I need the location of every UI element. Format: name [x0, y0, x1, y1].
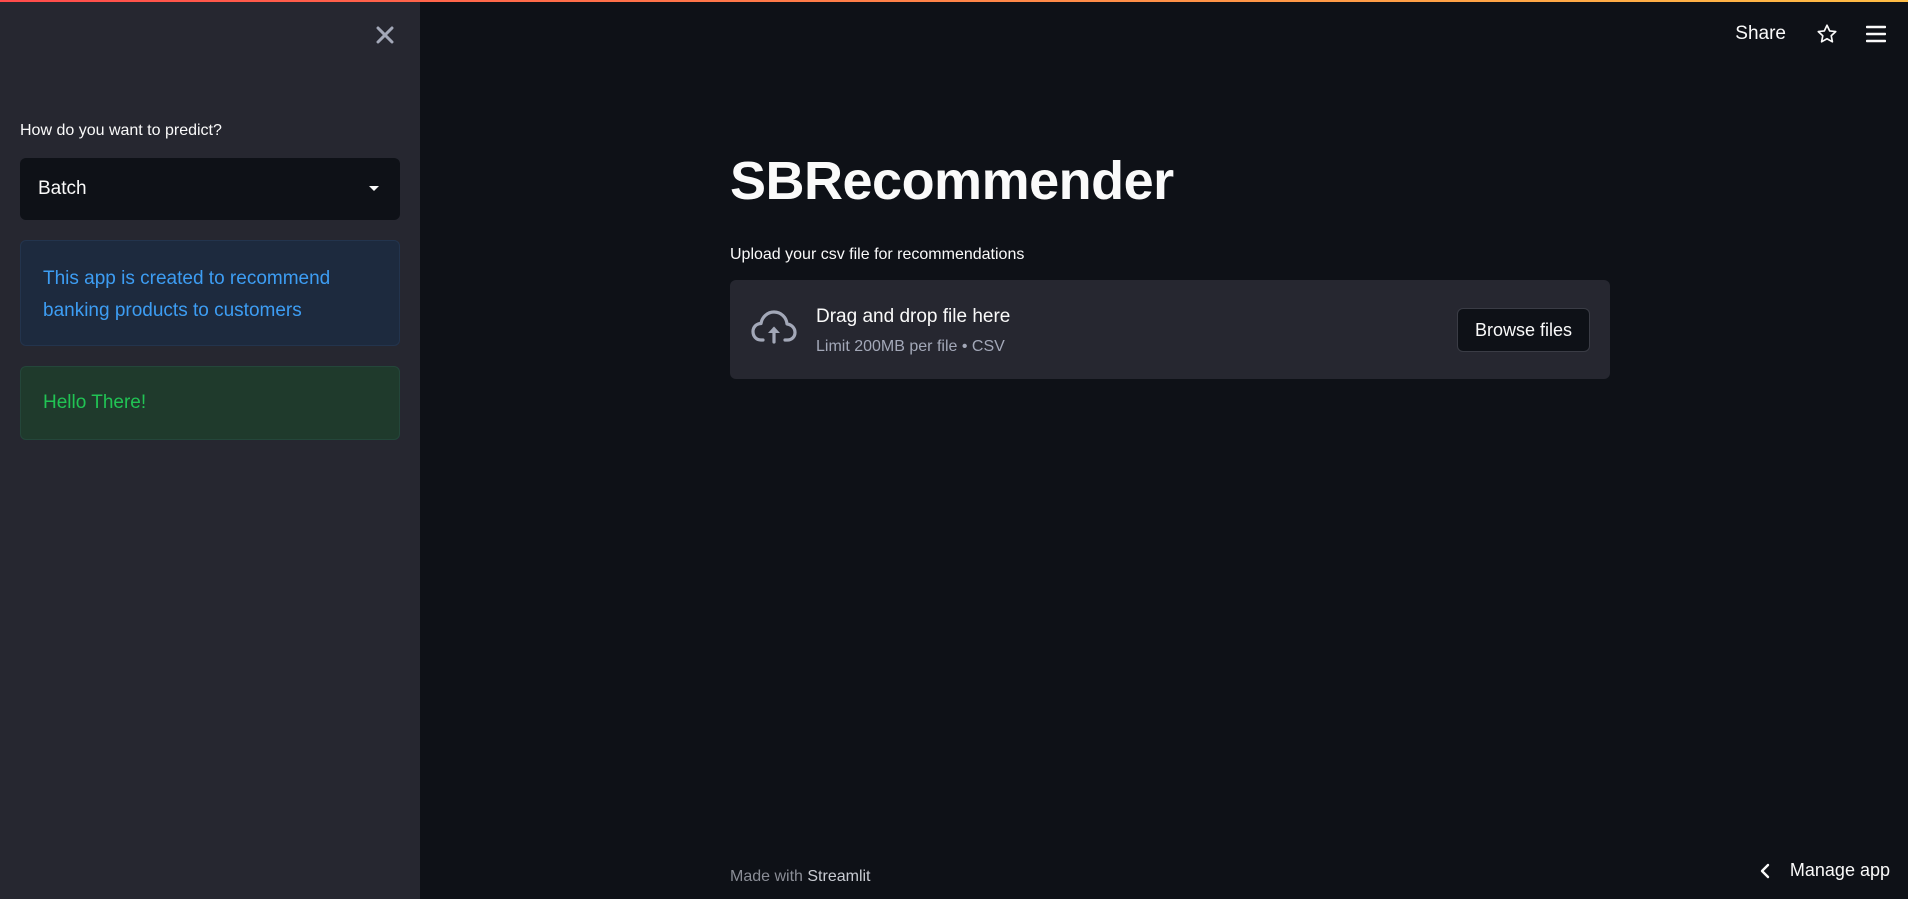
star-button[interactable] [1816, 23, 1838, 45]
chevron-left-icon [1760, 863, 1770, 879]
close-icon [376, 26, 394, 44]
file-limit-text: Limit 200MB per file • CSV [816, 338, 1005, 355]
uploader-label: Upload your csv file for recommendations [730, 246, 1025, 263]
page-title: SBRecommender [730, 151, 1174, 211]
header-actions: Share [1735, 14, 1908, 54]
browse-files-button[interactable]: Browse files [1457, 308, 1590, 352]
predict-mode-value: Batch [38, 178, 87, 199]
sidebar: How do you want to predict? Batch This a… [0, 0, 420, 899]
manage-app-button[interactable]: Manage app [1760, 860, 1890, 881]
hamburger-menu-icon [1866, 25, 1886, 43]
share-button[interactable]: Share [1735, 23, 1786, 45]
chevron-down-icon [369, 186, 379, 191]
info-alert: This app is created to recommend banking… [20, 240, 400, 346]
file-uploader-dropzone[interactable]: Drag and drop file here Limit 200MB per … [730, 280, 1610, 379]
predict-mode-label: How do you want to predict? [20, 122, 222, 139]
manage-app-label: Manage app [1789, 860, 1890, 880]
star-icon [1817, 24, 1837, 43]
streamlit-link[interactable]: Streamlit [807, 868, 870, 885]
footer: Made with Streamlit [730, 868, 871, 886]
close-sidebar-button[interactable] [370, 20, 400, 50]
drag-drop-text: Drag and drop file here [816, 306, 1011, 327]
main-menu-button[interactable] [1866, 25, 1886, 43]
predict-mode-select[interactable]: Batch [20, 158, 400, 220]
cloud-upload-icon [751, 310, 797, 344]
top-accent-bar [0, 0, 1908, 2]
success-alert-text: Hello There! [43, 392, 147, 413]
success-alert: Hello There! [20, 366, 400, 440]
footer-made-with: Made with [730, 868, 803, 885]
